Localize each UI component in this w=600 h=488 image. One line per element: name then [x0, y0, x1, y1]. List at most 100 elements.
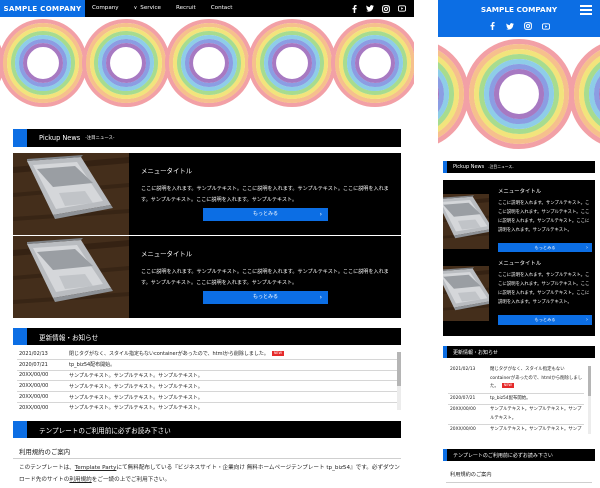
news-scrollbar-thumb[interactable]	[588, 366, 591, 396]
social-links	[438, 22, 600, 30]
news-date: 2021/02/13	[450, 367, 476, 372]
more-button[interactable]: もっとみる ›	[498, 315, 592, 325]
card-description: ここに説明を入れます。サンプルテキスト。ここに説明を入れます。サンプルテキスト。…	[498, 273, 590, 305]
updates-header: 更新情報・お知らせ	[443, 346, 595, 358]
terms-header: テンプレートのご利用前に必ずお読み下さい	[443, 449, 595, 461]
news-date: 20XX/00/00	[19, 394, 49, 401]
site-logo[interactable]: SAMPLE COMPANY	[0, 0, 85, 17]
more-button-label: もっとみる	[534, 317, 556, 322]
site-logo[interactable]: SAMPLE COMPANY	[438, 5, 600, 14]
terms-header: テンプレートのご利用前に必ずお読み下さい	[13, 421, 401, 438]
divider	[13, 458, 401, 459]
news-date: 20XX/00/00	[19, 372, 49, 379]
pickup-news-header: Pickup News -注目ニュース-	[443, 161, 595, 173]
more-button[interactable]: もっとみる ›	[203, 291, 328, 304]
nav-item-service[interactable]: ∨ Service	[134, 0, 161, 17]
hero-banner	[438, 37, 600, 152]
card-title: メニュータイトル	[498, 261, 542, 267]
news-row[interactable]: 2021/02/13 閉じタグがなく、スタイル指定もないcontainerがあっ…	[17, 349, 401, 360]
news-row[interactable]: 2020/07/21 tp_biz54配布開始。	[448, 394, 584, 405]
hero-rings-image	[438, 38, 600, 150]
section-title: 更新情報・お知らせ	[39, 333, 99, 342]
template-party-link[interactable]: Template Party	[75, 465, 117, 471]
news-text: サンプルテキスト。サンプルテキスト。サンプルテキスト。	[69, 394, 203, 401]
card-title: メニュータイトル	[498, 189, 542, 195]
pickup-card[interactable]: メニュータイトル ここに説明を入れます。サンプルテキスト。ここに説明を入れます。…	[13, 153, 401, 235]
desktop-view: SAMPLE COMPANY Company ∨ Service Recruit …	[0, 0, 414, 488]
chevron-right-icon: ›	[319, 294, 322, 301]
nav-item-contact[interactable]: Contact	[211, 0, 233, 17]
news-row[interactable]: 20XX/00/00 サンプルテキスト。サンプルテキスト。サンプルテキスト。	[17, 392, 401, 403]
main-nav: Company ∨ Service Recruit Contact	[92, 0, 248, 17]
news-row[interactable]: 20XX/00/00 サンプルテキスト。サンプルテキスト。サンプルテキスト。	[448, 425, 584, 435]
news-date: 2020/07/21	[450, 395, 476, 401]
news-row[interactable]: 20XX/00/00 サンプルテキスト。サンプルテキスト。サンプルテキスト。	[448, 405, 584, 425]
news-text: サンプルテキスト。サンプルテキスト。サンプルテキスト。	[69, 405, 203, 412]
nav-item-recruit[interactable]: Recruit	[176, 0, 196, 17]
card-title: メニュータイトル	[141, 167, 193, 175]
terms-heading: 利用規約のご案内	[450, 472, 492, 478]
youtube-icon[interactable]	[542, 22, 550, 30]
news-text: サンプルテキスト。サンプルテキスト。サンプルテキスト。	[490, 407, 582, 421]
twitter-icon[interactable]	[366, 5, 374, 13]
instagram-icon[interactable]	[524, 22, 532, 30]
section-subtitle: -注目ニュース-	[488, 164, 514, 169]
social-links	[342, 0, 406, 17]
updates-header: 更新情報・お知らせ	[13, 328, 401, 345]
terms-text: このテンプレートは、Template Partyにて無料配布している『ビジネスサ…	[19, 465, 400, 483]
news-date: 2021/02/13	[19, 350, 48, 357]
card-description: ここに説明を入れます。サンプルテキスト。ここに説明を入れます。サンプルテキスト。…	[141, 269, 389, 286]
chevron-right-icon: ›	[319, 211, 322, 218]
news-date: 2020/07/21	[19, 361, 48, 368]
new-badge: NEW	[501, 383, 514, 388]
news-date: 20XX/00/00	[450, 407, 476, 412]
laptop-photo	[443, 194, 489, 249]
more-button-label: もっとみる	[534, 245, 556, 250]
section-title: 更新情報・お知らせ	[453, 349, 498, 356]
card-description: ここに説明を入れます。サンプルテキスト。ここに説明を入れます。サンプルテキスト。…	[141, 186, 389, 203]
pickup-card[interactable]: メニュータイトル ここに説明を入れます。サンプルテキスト。ここに説明を入れます。…	[443, 252, 595, 336]
mobile-view: SAMPLE COMPANY Pickup News -注目ニュース- メニュー…	[438, 0, 600, 488]
news-row[interactable]: 20XX/00/00 サンプルテキスト。サンプルテキスト。サンプルテキスト。	[17, 371, 401, 382]
divider	[446, 482, 592, 483]
terms-link[interactable]: 利用規約	[69, 477, 91, 483]
chevron-down-icon: ∨	[133, 5, 138, 11]
news-row[interactable]: 20XX/00/00 サンプルテキスト。サンプルテキスト。サンプルテキスト。	[17, 403, 401, 413]
pickup-news-header: Pickup News -注目ニュース-	[13, 129, 401, 147]
news-row[interactable]: 20XX/00/00 サンプルテキスト。サンプルテキスト。サンプルテキスト。	[17, 381, 401, 393]
laptop-photo	[443, 266, 489, 321]
section-title: Pickup News	[39, 134, 81, 142]
card-description: ここに説明を入れます。サンプルテキスト。ここに説明を入れます。サンプルテキスト。…	[498, 201, 590, 233]
news-row[interactable]: 2021/02/13 閉じタグがなく、スタイル指定もないcontainerがあっ…	[448, 365, 584, 394]
more-button[interactable]: もっとみる ›	[203, 208, 328, 221]
youtube-icon[interactable]	[398, 5, 406, 13]
nav-item-company[interactable]: Company	[92, 0, 119, 17]
facebook-icon[interactable]	[488, 22, 496, 30]
laptop-photo	[13, 153, 129, 235]
hero-rings-image	[0, 18, 414, 108]
news-row[interactable]: 2020/07/21 tp_biz54配布開始。	[17, 360, 401, 371]
hamburger-menu-icon[interactable]	[580, 5, 592, 15]
news-list: 2021/02/13 閉じタグがなく、スタイル指定もないcontainerがあっ…	[448, 365, 584, 435]
section-accent	[13, 328, 27, 345]
section-title: テンプレートのご利用前に必ずお読み下さい	[453, 452, 553, 459]
mobile-header: SAMPLE COMPANY	[438, 0, 600, 37]
news-text: サンプルテキスト。サンプルテキスト。サンプルテキスト。	[69, 383, 203, 390]
instagram-icon[interactable]	[382, 4, 390, 13]
pickup-card[interactable]: メニュータイトル ここに説明を入れます。サンプルテキスト。ここに説明を入れます。…	[13, 236, 401, 318]
new-badge: NEW	[271, 351, 284, 357]
section-title: Pickup News	[453, 164, 485, 170]
news-list: 2021/02/13 閉じタグがなく、スタイル指定もないcontainerがあっ…	[17, 349, 401, 413]
section-title: テンプレートのご利用前に必ずお読み下さい	[39, 426, 171, 435]
section-accent	[13, 129, 27, 147]
facebook-icon[interactable]	[350, 4, 358, 13]
news-date: 20XX/00/00	[19, 404, 49, 411]
twitter-icon[interactable]	[506, 22, 514, 30]
chevron-right-icon: ›	[586, 317, 588, 323]
news-text: サンプルテキスト。サンプルテキスト。サンプルテキスト。	[490, 427, 582, 432]
more-button-label: もっとみる	[252, 211, 278, 217]
hero-banner	[0, 17, 414, 109]
news-scrollbar-thumb[interactable]	[397, 352, 401, 386]
news-date: 20XX/00/00	[450, 427, 476, 432]
site-header: SAMPLE COMPANY Company ∨ Service Recruit …	[0, 0, 414, 17]
